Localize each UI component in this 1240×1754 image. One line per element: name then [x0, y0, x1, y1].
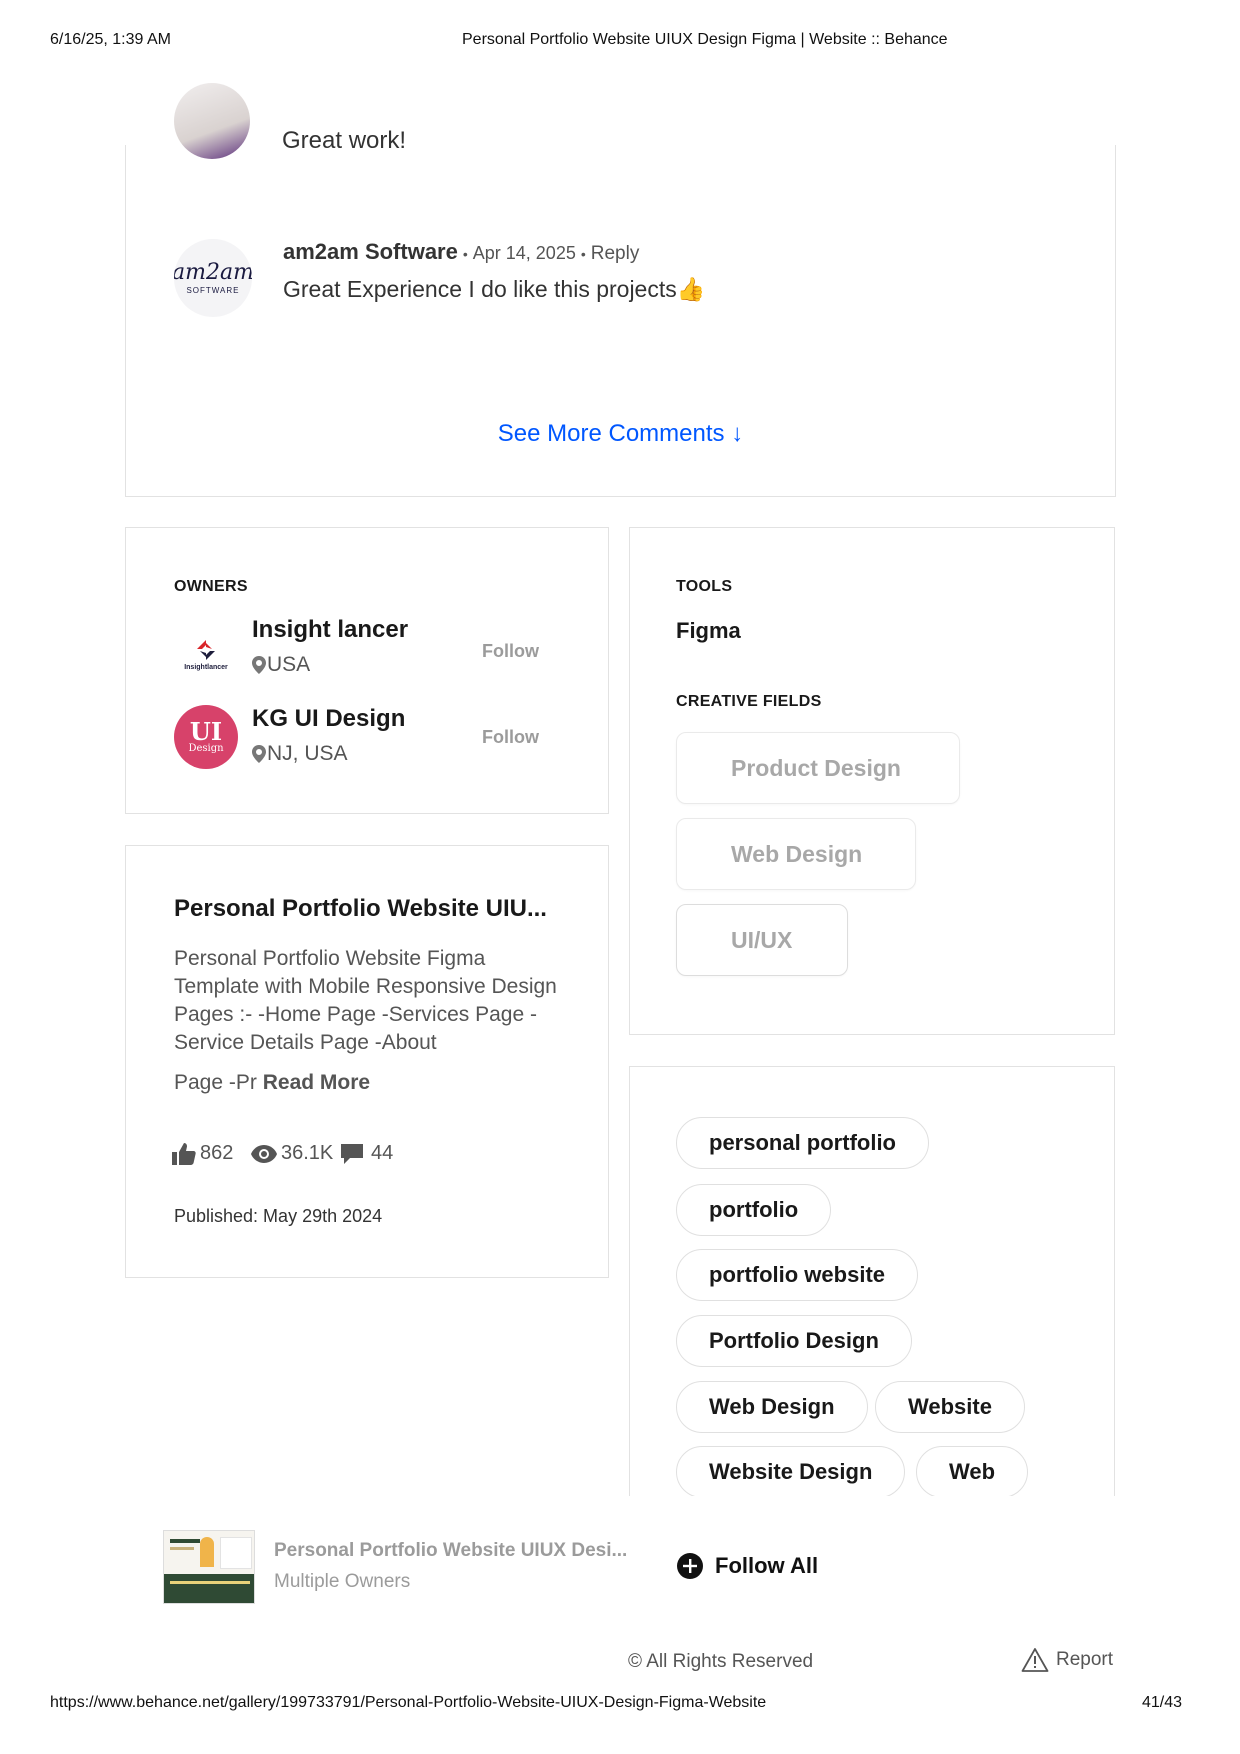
owner-location-text: USA: [267, 653, 311, 676]
comment-author[interactable]: am2am Software: [283, 239, 458, 265]
previous-comment-avatar[interactable]: [174, 83, 250, 159]
owners-title: OWNERS: [174, 578, 248, 595]
report-button[interactable]: Report: [1021, 1647, 1113, 1673]
project-description-tail: Page -Pr: [174, 1071, 257, 1094]
see-more-comments-link[interactable]: See More Comments ↓: [126, 420, 1115, 448]
insight-lancer-logo-icon: [197, 639, 215, 660]
comment-text: Great Experience I do like this projects: [283, 276, 677, 302]
plus-circle-icon: [677, 1553, 703, 1579]
owner-avatar-insight-lancer[interactable]: Insightlancer: [174, 622, 238, 686]
follow-button[interactable]: Follow: [482, 727, 539, 748]
tag-chip[interactable]: portfolio website: [676, 1249, 918, 1301]
tag-chip[interactable]: Web Design: [676, 1381, 868, 1433]
project-info-card: Personal Portfolio Website UIU... Person…: [125, 845, 609, 1278]
rights-text: © All Rights Reserved: [628, 1651, 814, 1672]
print-page-title: Personal Portfolio Website UIUX Design F…: [462, 31, 948, 48]
print-page-number: 41/43: [1142, 1694, 1183, 1711]
footer-owners-label: Multiple Owners: [274, 1571, 411, 1592]
reply-link[interactable]: Reply: [591, 243, 640, 265]
creative-field-chip[interactable]: Product Design: [676, 732, 960, 804]
owner-location: NJ, USA: [252, 742, 348, 766]
arrow-down-icon: ↓: [731, 420, 744, 447]
tag-chip[interactable]: personal portfolio: [676, 1117, 929, 1169]
eye-icon: [251, 1144, 277, 1163]
follow-button[interactable]: Follow: [482, 641, 539, 662]
tag-chip[interactable]: Website: [875, 1381, 1025, 1433]
print-url: https://www.behance.net/gallery/19973379…: [50, 1694, 767, 1711]
tag-chip[interactable]: Web: [916, 1446, 1029, 1498]
appreciations-stat: 862: [172, 1142, 233, 1165]
print-datetime: 6/16/25, 1:39 AM: [50, 31, 171, 48]
views-count: 36.1K: [281, 1142, 334, 1164]
creative-field-chip[interactable]: UI/UX: [676, 904, 848, 976]
tools-title: TOOLS: [676, 578, 733, 595]
tags-card: personal portfolio portfolio portfolio w…: [629, 1066, 1115, 1498]
comment-avatar-am2am[interactable]: am2am SOFTWARE: [174, 239, 252, 317]
am2am-logo-text: am2am: [174, 259, 252, 285]
owner-name[interactable]: KG UI Design: [252, 705, 405, 733]
project-description: Personal Portfolio Website Figma Templat…: [174, 947, 557, 1054]
follow-all-label: Follow All: [715, 1553, 819, 1578]
comments-card: Great work! am2am SOFTWARE am2am Softwar…: [125, 83, 1116, 497]
comment-text-row: Great Experience I do like this projects…: [283, 276, 705, 303]
tag-chip[interactable]: portfolio: [676, 1184, 832, 1236]
project-title: Personal Portfolio Website UIU...: [174, 895, 547, 922]
read-more-link[interactable]: Read More: [263, 1071, 370, 1094]
thumbs-up-icon: [172, 1142, 196, 1165]
appreciations-count: 862: [200, 1142, 234, 1164]
previous-comment-text: Great work!: [282, 127, 407, 154]
project-thumbnail[interactable]: [163, 1530, 255, 1604]
owner-location-text: NJ, USA: [267, 742, 348, 765]
creative-field-chip[interactable]: Web Design: [676, 818, 916, 890]
thumbs-up-emoji: 👍: [676, 276, 706, 302]
published-date: Published: May 29th 2024: [174, 1206, 383, 1226]
comments-count: 44: [371, 1142, 394, 1164]
tool-figma[interactable]: Figma: [676, 618, 741, 644]
footer-project-title[interactable]: Personal Portfolio Website UIUX Desi...: [274, 1540, 627, 1562]
comment-date: Apr 14, 2025: [472, 243, 576, 263]
views-stat: 36.1K: [251, 1142, 333, 1165]
owner-location: USA: [252, 653, 310, 677]
owners-card: OWNERS Insightlancer Insight lancer USA …: [125, 527, 609, 814]
follow-all-button[interactable]: Follow All: [677, 1553, 818, 1579]
owner-name[interactable]: Insight lancer: [252, 616, 408, 644]
tag-chip[interactable]: Website Design: [676, 1446, 906, 1498]
tag-chip[interactable]: Portfolio Design: [676, 1315, 912, 1367]
kg-logo-subtext: Design: [188, 743, 224, 754]
location-pin-icon: [252, 745, 266, 763]
owner-avatar-kg-ui-design[interactable]: UI Design: [174, 705, 238, 769]
kg-logo-text: UI: [189, 717, 223, 746]
creative-fields-title: CREATIVE FIELDS: [676, 693, 822, 710]
warning-triangle-icon: [1021, 1648, 1049, 1672]
tools-card: TOOLS Figma CREATIVE FIELDS Product Desi…: [629, 527, 1115, 1035]
clip-mask: [620, 1496, 1120, 1516]
location-pin-icon: [252, 656, 266, 674]
comments-stat: 44: [341, 1142, 393, 1165]
see-more-comments-label: See More Comments: [497, 420, 725, 447]
report-label: Report: [1056, 1649, 1114, 1670]
comment-separator: •: [462, 246, 468, 262]
project-description-tail-row: Page -Pr Read More: [174, 1071, 370, 1095]
insight-lancer-logo-text: Insightlancer: [184, 663, 228, 671]
comment-separator: •: [580, 246, 586, 262]
am2am-logo-subtext: SOFTWARE: [186, 285, 240, 295]
comment-meta: am2am Software • Apr 14, 2025 • Reply: [283, 239, 639, 265]
comment-bubble-icon: [341, 1143, 363, 1164]
